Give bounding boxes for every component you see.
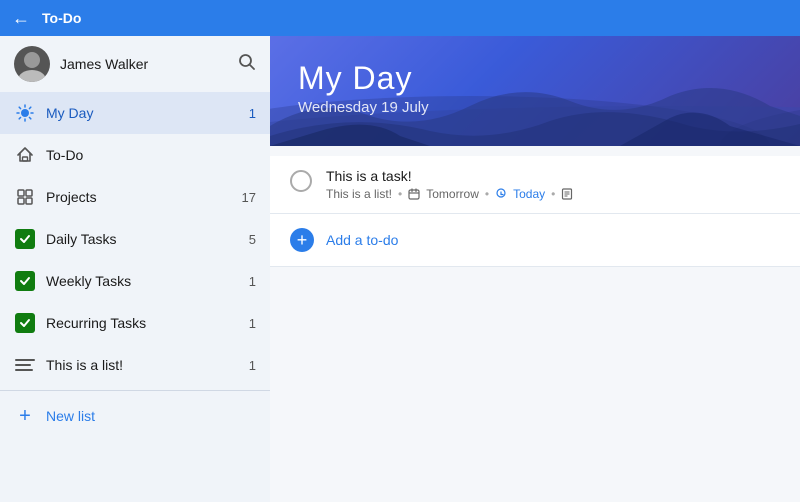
sidebar-item-label: Projects — [46, 189, 242, 205]
home-icon — [14, 144, 36, 166]
check-green-icon — [14, 270, 36, 292]
back-button[interactable]: ← — [12, 8, 30, 29]
task-list: This is a task! This is a list! • — [270, 146, 800, 502]
list-lines-icon — [14, 354, 36, 376]
task-list-label: This is a list! — [326, 187, 392, 201]
sidebar-item-label: Recurring Tasks — [46, 315, 249, 331]
sidebar-item-label: Daily Tasks — [46, 231, 249, 247]
due-icon — [408, 188, 420, 200]
sidebar-item-my-day[interactable]: My Day 1 — [0, 92, 270, 134]
add-todo-label: Add a to-do — [326, 232, 398, 248]
task-title: This is a task! — [326, 168, 780, 184]
sidebar-item-count: 1 — [249, 274, 256, 289]
task-due-label: Tomorrow — [426, 187, 479, 201]
add-todo-icon: + — [290, 228, 314, 252]
sidebar-header: James Walker — [0, 36, 270, 92]
page-subtitle: Wednesday 19 July — [298, 99, 772, 116]
sidebar-item-count: 5 — [249, 232, 256, 247]
task-reminder-label: Today — [513, 187, 545, 201]
sidebar-divider — [0, 390, 270, 391]
task-complete-circle[interactable] — [290, 170, 312, 192]
sidebar-item-label: Weekly Tasks — [46, 273, 249, 289]
user-name: James Walker — [60, 56, 238, 72]
content-area: My Day Wednesday 19 July This is a task!… — [270, 36, 800, 502]
add-todo-row[interactable]: + Add a to-do — [270, 214, 800, 267]
table-row: This is a task! This is a list! • — [270, 156, 800, 214]
plus-icon: + — [14, 405, 36, 427]
grid-icon — [14, 186, 36, 208]
sidebar-item-daily-tasks[interactable]: Daily Tasks 5 — [0, 218, 270, 260]
note-icon — [561, 188, 573, 200]
app-title: To-Do — [42, 10, 81, 26]
check-green-icon — [14, 312, 36, 334]
sidebar-item-label: To-Do — [46, 147, 256, 163]
sidebar-item-count: 1 — [249, 106, 256, 121]
sidebar-item-label: This is a list! — [46, 357, 249, 373]
sidebar-item-count: 1 — [249, 316, 256, 331]
reminder-icon — [495, 188, 507, 200]
search-icon[interactable] — [238, 53, 256, 76]
sidebar-item-weekly-tasks[interactable]: Weekly Tasks 1 — [0, 260, 270, 302]
hero-banner: My Day Wednesday 19 July — [270, 36, 800, 146]
sidebar-item-this-is-a-list[interactable]: This is a list! 1 — [0, 344, 270, 386]
sidebar-item-recurring-tasks[interactable]: Recurring Tasks 1 — [0, 302, 270, 344]
avatar — [14, 46, 50, 82]
new-list-button[interactable]: + New list — [0, 395, 270, 437]
sidebar: James Walker — [0, 36, 270, 502]
sidebar-item-projects[interactable]: Projects 17 — [0, 176, 270, 218]
sidebar-item-to-do[interactable]: To-Do — [0, 134, 270, 176]
main-layout: James Walker — [0, 36, 800, 502]
sun-icon — [14, 102, 36, 124]
new-list-label: New list — [46, 408, 95, 424]
sidebar-item-label: My Day — [46, 105, 249, 121]
sidebar-item-count: 1 — [249, 358, 256, 373]
top-bar: ← To-Do — [0, 0, 800, 36]
task-meta: This is a list! • Tomorrow • — [326, 187, 780, 201]
check-green-icon — [14, 228, 36, 250]
task-content: This is a task! This is a list! • — [326, 168, 780, 201]
sidebar-item-count: 17 — [242, 190, 256, 205]
page-title: My Day — [298, 60, 772, 97]
